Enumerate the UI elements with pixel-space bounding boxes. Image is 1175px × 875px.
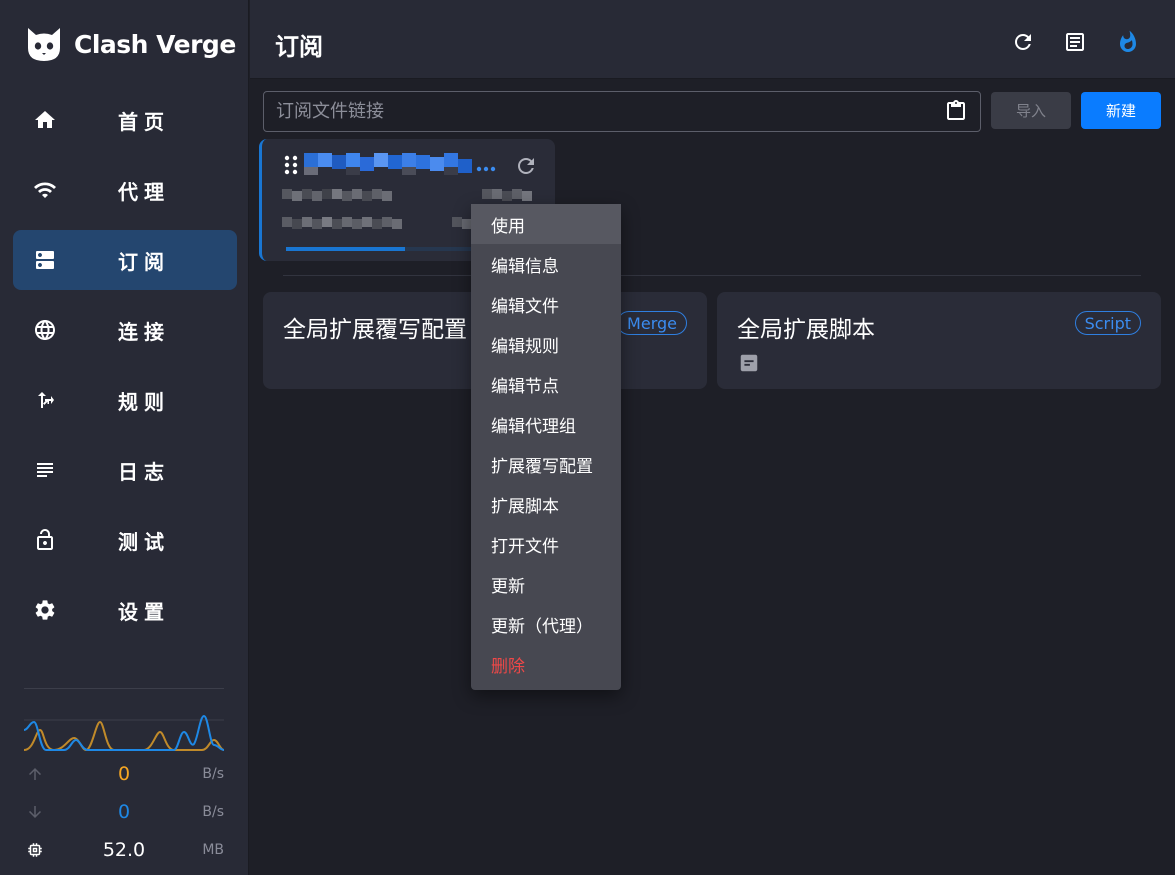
content-divider — [283, 275, 1141, 276]
menu-item-delete[interactable]: 删除 — [471, 644, 621, 684]
sidebar-item-label: 首页 — [118, 109, 170, 134]
dns-icon — [33, 248, 57, 272]
app-name: Clash Verge — [74, 29, 236, 59]
import-button[interactable]: 导入 — [991, 92, 1071, 129]
globe-icon — [33, 318, 57, 342]
page-title: 订阅 — [275, 33, 323, 61]
download-speed-value: 0 — [117, 801, 131, 823]
cat-logo-icon — [28, 28, 60, 61]
usage-progress-bar — [286, 247, 405, 251]
global-script-card[interactable]: 全局扩展脚本 Script — [717, 292, 1161, 389]
home-icon — [33, 108, 57, 132]
download-stat: 0 B/s — [24, 800, 224, 824]
download-speed-unit: B/s — [202, 804, 224, 820]
logs-button[interactable] — [1062, 29, 1088, 55]
lock-open-icon — [33, 528, 57, 552]
menu-item-edit-info[interactable]: 编辑信息 — [471, 244, 621, 284]
document-icon — [1066, 33, 1084, 51]
sidebar-item-label: 规则 — [118, 389, 170, 414]
menu-item-edit-file[interactable]: 编辑文件 — [471, 284, 621, 324]
app-logo: Clash Verge — [24, 24, 236, 64]
traffic-graph — [24, 714, 224, 752]
global-script-title: 全局扩展脚本 — [737, 317, 875, 343]
subject-icon — [33, 458, 57, 482]
upload-stat: 0 B/s — [24, 762, 224, 786]
menu-item-edit-rules[interactable]: 编辑规则 — [471, 324, 621, 364]
upload-speed-unit: B/s — [202, 766, 224, 782]
gear-icon — [33, 598, 57, 622]
redacted-profile-name — [304, 153, 496, 175]
sidebar-item-label: 设置 — [118, 599, 170, 624]
sidebar-nav: 首页 代理 订阅 连接 规则 日志 测试 设置 — [13, 90, 237, 650]
menu-item-use[interactable]: 使用 — [471, 204, 621, 244]
refresh-icon — [518, 158, 534, 174]
sidebar-item-label: 测试 — [118, 529, 170, 554]
global-merge-title: 全局扩展覆写配置 — [283, 317, 467, 343]
menu-item-edit-groups[interactable]: 编辑代理组 — [471, 404, 621, 444]
new-button[interactable]: 新建 — [1081, 92, 1161, 129]
paste-button[interactable] — [944, 99, 968, 123]
sidebar-divider — [24, 688, 224, 689]
sidebar-item-logs[interactable]: 日志 — [13, 440, 237, 500]
refresh-icon — [1015, 34, 1031, 50]
upload-line — [24, 720, 224, 752]
drag-handle-icon[interactable] — [284, 155, 298, 175]
download-line — [24, 714, 224, 751]
sidebar-item-label: 日志 — [118, 459, 170, 484]
feed-icon[interactable] — [738, 352, 760, 374]
sidebar-item-proxy[interactable]: 代理 — [13, 160, 237, 220]
sidebar-item-label: 订阅 — [118, 249, 170, 274]
page-header: 订阅 — [250, 0, 1175, 79]
menu-item-extend-script[interactable]: 扩展脚本 — [471, 484, 621, 524]
sidebar-item-settings[interactable]: 设置 — [13, 580, 237, 640]
menu-item-update-via-proxy[interactable]: 更新（代理） — [471, 604, 621, 644]
script-badge: Script — [1074, 311, 1141, 335]
flame-icon — [1120, 30, 1136, 52]
memory-stat: 52.0 MB — [24, 838, 224, 862]
wifi-icon — [33, 178, 57, 202]
sidebar-item-label: 连接 — [118, 319, 170, 344]
system-proxy-button[interactable] — [1115, 29, 1141, 55]
menu-item-extend-merge[interactable]: 扩展覆写配置 — [471, 444, 621, 484]
profile-context-menu: 使用 编辑信息 编辑文件 编辑规则 编辑节点 编辑代理组 扩展覆写配置 扩展脚本… — [471, 204, 621, 690]
sidebar-item-subscription[interactable]: 订阅 — [13, 230, 237, 290]
merge-badge: Merge — [617, 311, 687, 335]
arrow-up-icon — [24, 763, 46, 785]
sidebar-item-connections[interactable]: 连接 — [13, 300, 237, 360]
refresh-button[interactable] — [1010, 29, 1036, 55]
arrow-down-icon — [24, 801, 46, 823]
sidebar-item-label: 代理 — [118, 179, 170, 204]
menu-item-open-file[interactable]: 打开文件 — [471, 524, 621, 564]
fork-right-icon — [33, 388, 57, 412]
menu-item-update[interactable]: 更新 — [471, 564, 621, 604]
profile-refresh-button[interactable] — [514, 154, 538, 178]
sidebar-item-home[interactable]: 首页 — [13, 90, 237, 150]
menu-item-edit-proxies[interactable]: 编辑节点 — [471, 364, 621, 404]
memory-unit: MB — [202, 842, 224, 858]
memory-chip-icon — [24, 839, 46, 861]
sidebar-item-test[interactable]: 测试 — [13, 510, 237, 570]
upload-speed-value: 0 — [117, 763, 131, 785]
memory-value: 52.0 — [102, 839, 146, 861]
sidebar: Clash Verge 首页 代理 订阅 连接 规则 日志 测试 设置 0 B/… — [0, 0, 249, 875]
clipboard-icon — [947, 100, 965, 120]
sidebar-item-rules[interactable]: 规则 — [13, 370, 237, 430]
subscription-url-input[interactable] — [263, 91, 981, 132]
